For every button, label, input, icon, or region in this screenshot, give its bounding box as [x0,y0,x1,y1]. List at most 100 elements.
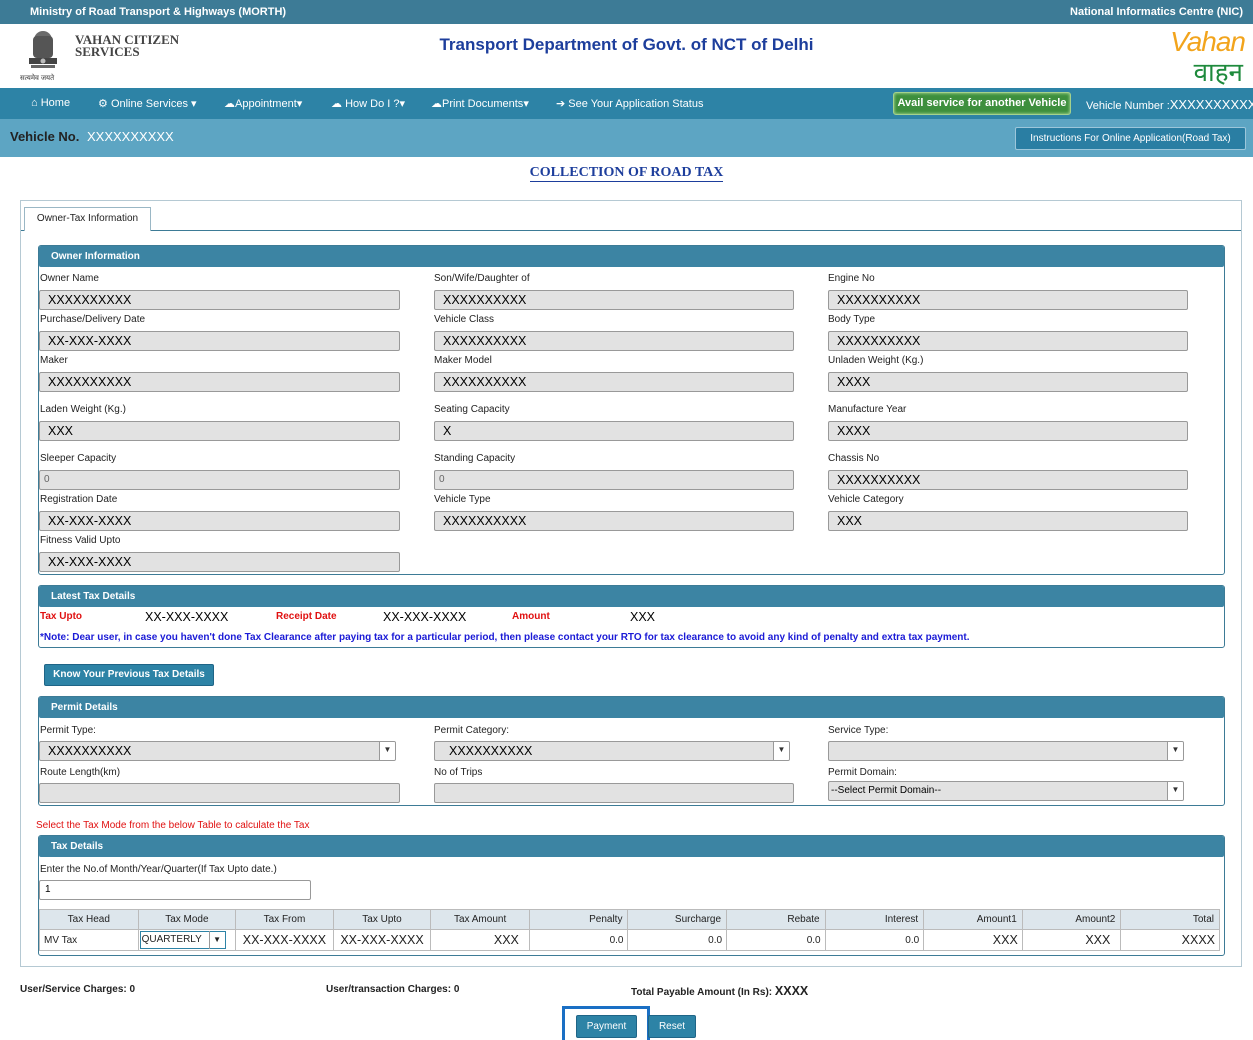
vehicle-no-label: Vehicle No. [10,129,80,144]
permit-domain-value: --Select Permit Domain-- [831,785,942,796]
arrow-right-icon: ➔ [556,98,566,110]
permit-type-select[interactable]: XXXXXXXXXX ▼ [39,741,396,761]
emblem-motto: सत्यमेव जयते [20,75,55,82]
permit-type-value: XXXXXXXXXX [48,744,132,758]
col-tax-mode: Tax Mode [137,909,237,930]
period-label: Enter the No.of Month/Year/Quarter(If Ta… [40,864,277,875]
total-payable-label: Total Payable Amount (In Rs): [631,987,773,998]
chevron-down-icon: ▼ [1167,782,1183,800]
service-type-select[interactable]: ▼ [828,741,1184,761]
sleeper-capacity-label: Sleeper Capacity [40,453,117,464]
receipt-date-value: XX-XXX-XXXX [383,610,467,624]
permit-type-label: Permit Type: [40,725,96,736]
laden-weight-field[interactable]: XXX [39,421,400,441]
tab-divider [21,230,1241,231]
amount-label: Amount [512,611,550,622]
maker-field[interactable]: XXXXXXXXXX [39,372,400,392]
gear-icon: ⚙ [98,98,108,110]
owner-information-heading: Owner Information [39,246,1224,267]
user-transaction-charges: User/transaction Charges: 0 [326,984,460,995]
tax-mode-select[interactable]: QUARTERLY ▼ [137,929,237,951]
relation-field[interactable]: XXXXXXXXXX [434,290,794,310]
cloud-icon: ☁ [331,98,342,110]
cell-amount2: XXX [1021,929,1122,951]
no-of-trips-field[interactable] [434,783,794,803]
logo-text-bottom: वाहन [1193,57,1243,87]
vehicle-type-label: Vehicle Type [434,494,491,505]
latest-tax-heading: Latest Tax Details [39,586,1224,607]
know-previous-tax-button[interactable]: Know Your Previous Tax Details [44,664,214,686]
cell-interest: 0.0 [824,929,925,951]
cell-tax-from: XX-XXX-XXXX [235,929,334,951]
body-type-label: Body Type [828,314,876,325]
tax-upto-label: Tax Upto [40,611,83,622]
nav-online-services[interactable]: ⚙ Online Services ▾ [98,97,197,110]
top-bar: Ministry of Road Transport & Highways (M… [0,0,1253,24]
relation-label: Son/Wife/Daughter of [434,273,530,284]
vehicle-category-field[interactable]: XXX [828,511,1188,531]
purchase-date-label: Purchase/Delivery Date [40,314,146,325]
permit-domain-select[interactable]: --Select Permit Domain-- ▼ [828,781,1184,801]
nav-application-status[interactable]: ➔ See Your Application Status [556,97,703,110]
route-length-field[interactable] [39,783,400,803]
tab-owner-tax-information[interactable]: Owner-Tax Information [24,207,151,231]
vahan-logo: Vahan वाहन [1155,26,1246,87]
caret-down-icon: ▾ [399,98,406,110]
nav-appointment[interactable]: ☁Appointment▾ [224,97,302,110]
seating-capacity-label: Seating Capacity [434,404,510,415]
vehicle-class-label: Vehicle Class [434,314,495,325]
col-tax-from: Tax From [235,909,334,930]
chevron-down-icon: ▼ [773,742,789,760]
engine-no-label: Engine No [828,273,875,284]
fitness-upto-field[interactable]: XX-XXX-XXXX [39,552,400,572]
body-type-field[interactable]: XXXXXXXXXX [828,331,1188,351]
brand-header: सत्यमेव जयते VAHAN CITIZEN SERVICES Tran… [0,24,1253,88]
nav-print-documents[interactable]: ☁Print Documents▾ [431,97,529,110]
col-penalty: Penalty [528,909,629,930]
instructions-button[interactable]: Instructions For Online Application(Road… [1015,127,1246,150]
manufacture-year-field[interactable]: XXXX [828,421,1188,441]
avail-service-button[interactable]: Avail service for another Vehicle [893,92,1071,115]
engine-no-field[interactable]: XXXXXXXXXX [828,290,1188,310]
payment-button[interactable]: Payment [576,1015,637,1038]
nav-online-services-label: Online Services [110,98,188,110]
reset-button[interactable]: Reset [648,1015,696,1038]
vehicle-category-label: Vehicle Category [828,494,904,505]
permit-category-select[interactable]: XXXXXXXXXX ▼ [434,741,790,761]
period-input[interactable]: 1 [39,880,311,900]
vehicle-class-field[interactable]: XXXXXXXXXX [434,331,794,351]
manufacture-year-label: Manufacture Year [828,404,907,415]
route-length-label: Route Length(km) [40,767,121,778]
service-type-label: Service Type: [828,725,889,736]
laden-weight-label: Laden Weight (Kg.) [40,404,126,415]
nav-home[interactable]: ⌂ Home [31,97,70,109]
permit-domain-label: Permit Domain: [828,767,897,778]
main-nav: ⌂ Home ⚙ Online Services ▾ ☁Appointment▾… [0,88,1253,119]
permit-details-heading: Permit Details [39,697,1224,718]
col-tax-head: Tax Head [39,909,139,930]
registration-date-field[interactable]: XX-XXX-XXXX [39,511,400,531]
sleeper-capacity-field[interactable]: 0 [39,470,400,490]
tax-upto-value: XX-XXX-XXXX [145,610,229,624]
cell-penalty: 0.0 [528,929,629,951]
cloud-icon: ☁ [224,98,235,110]
unladen-weight-field[interactable]: XXXX [828,372,1188,392]
purchase-date-field[interactable]: XX-XXX-XXXX [39,331,400,351]
registration-date-label: Registration Date [40,494,118,505]
standing-capacity-field[interactable]: 0 [434,470,794,490]
tax-mode-select-box[interactable]: QUARTERLY ▼ [139,931,226,949]
owner-name-label: Owner Name [40,273,99,284]
vehicle-type-field[interactable]: XXXXXXXXXX [434,511,794,531]
permit-category-label: Permit Category: [434,725,510,736]
owner-name-field[interactable]: XXXXXXXXXX [39,290,400,310]
chevron-down-icon: ▼ [379,742,395,760]
vehicle-number-value: XXXXXXXXXX [1169,97,1253,112]
nav-how-do-i[interactable]: ☁ How Do I ?▾ [331,97,405,110]
seating-capacity-field[interactable]: X [434,421,794,441]
chevron-down-icon: ▼ [1167,742,1183,760]
cloud-icon: ☁ [431,98,442,110]
maker-label: Maker [40,355,68,366]
chassis-no-field[interactable]: XXXXXXXXXX [828,470,1188,490]
standing-capacity-label: Standing Capacity [434,453,516,464]
maker-model-field[interactable]: XXXXXXXXXX [434,372,794,392]
